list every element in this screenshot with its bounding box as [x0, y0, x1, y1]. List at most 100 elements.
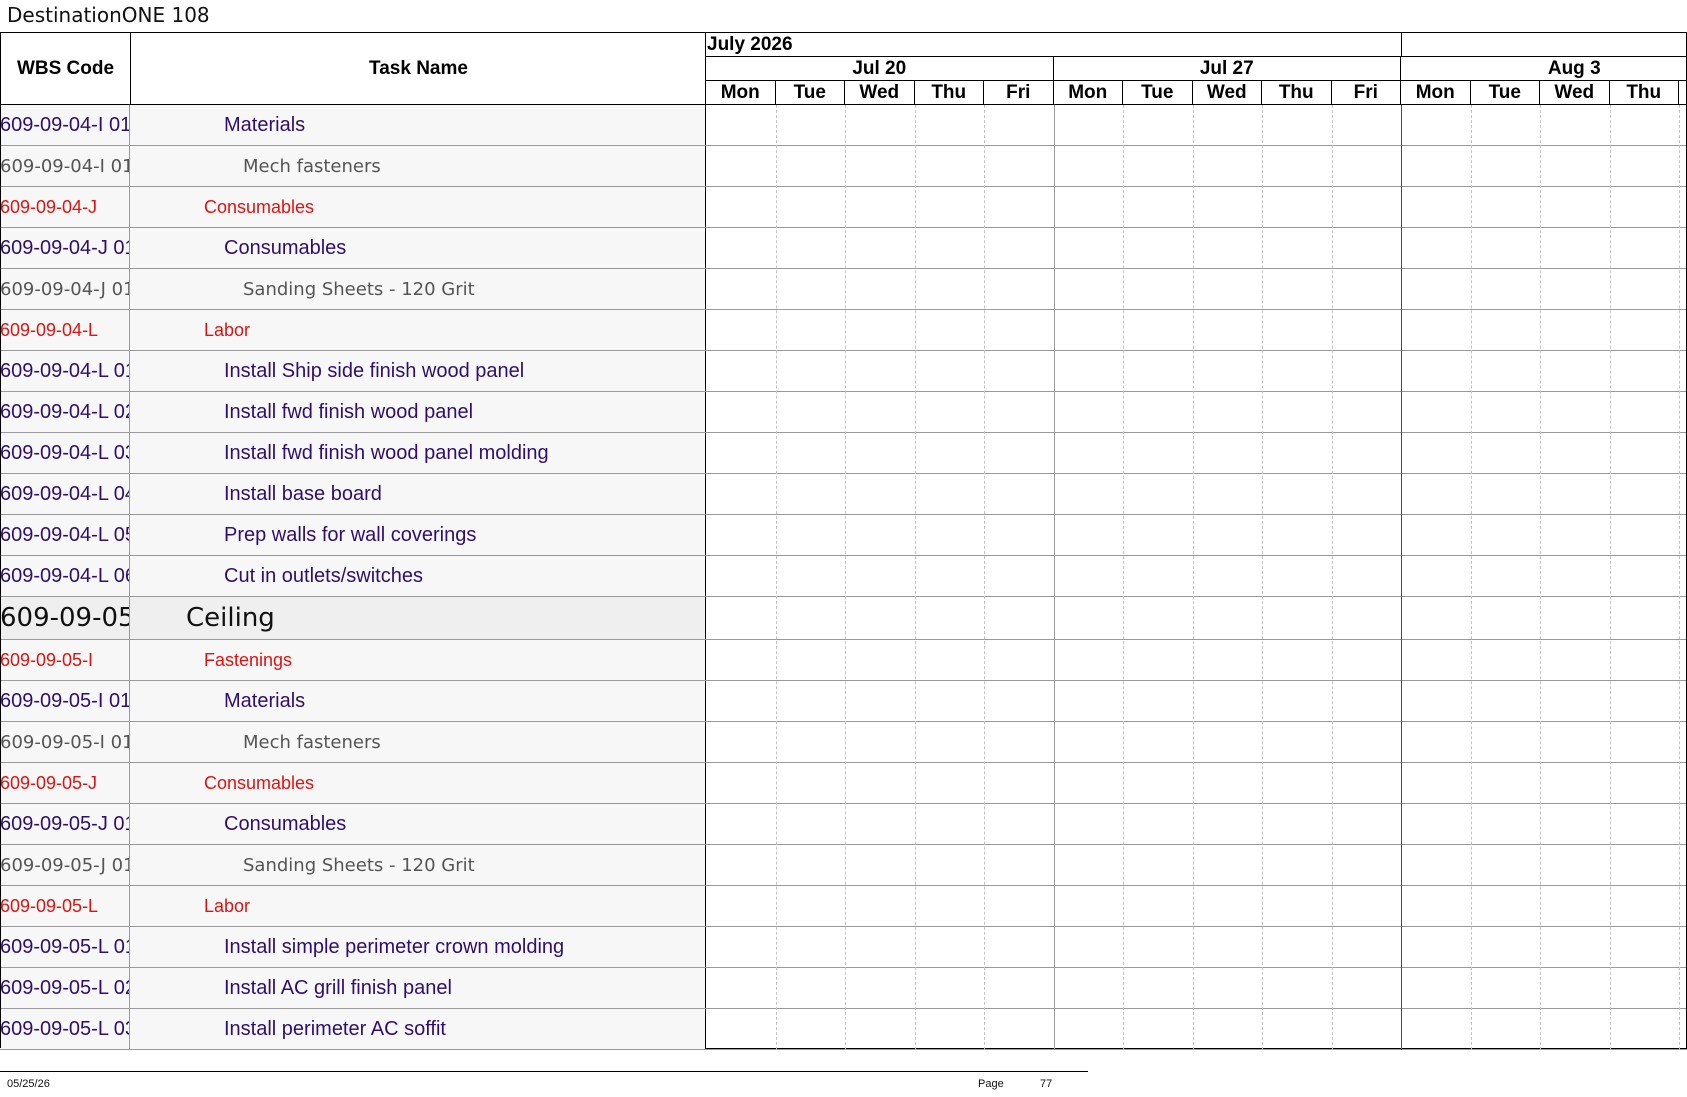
wbs-code-cell: 609-09-05-L	[0, 886, 130, 926]
table-row[interactable]: 609-09-04-J 01-01Sanding Sheets - 120 Gr…	[0, 269, 1687, 310]
document-title: DestinationONE 108	[7, 3, 210, 27]
table-row[interactable]: 609-09-04-L 01 Install Ship side finish w…	[0, 351, 1687, 392]
month-boundary-line	[1401, 105, 1402, 1050]
day-label: Wed	[1193, 81, 1262, 105]
task-name-cell: Sanding Sheets - 120 Grit	[130, 845, 706, 885]
footer-divider	[0, 1071, 1088, 1072]
table-row[interactable]: 609-09-05-I Fastenings	[0, 640, 1687, 681]
wbs-code-cell: 609-09-04-J 01-01	[0, 269, 130, 309]
table-row[interactable]: 609-09-05-J 01-01Sanding Sheets - 120 Gr…	[0, 845, 1687, 886]
table-row[interactable]: 609-09-05-I 01-01Mech fasteners	[0, 722, 1687, 763]
task-name-cell: Install perimeter AC soffit	[130, 1009, 706, 1049]
table-row[interactable]: 609-09-05-L Labor	[0, 886, 1687, 927]
task-name-cell: Labor	[130, 310, 706, 350]
wbs-code-cell: 609-09-05-I 01	[0, 681, 130, 721]
task-name-cell: Install AC grill finish panel	[130, 968, 706, 1008]
day-label: Tue	[776, 81, 845, 105]
table-row[interactable]: 609-09-05-L 03 Install perimeter AC soffi…	[0, 1009, 1687, 1050]
day-label: Wed	[1540, 81, 1610, 105]
table-row[interactable]: 609-09-04-J Consumables	[0, 187, 1687, 228]
table-row[interactable]: 609-09-05-L 01 Install simple perimeter c…	[0, 927, 1687, 968]
table-row[interactable]: 609-09-04-L 04 Install base board	[0, 474, 1687, 515]
day-label: Mon	[1401, 81, 1471, 105]
day-label: Thu	[1610, 81, 1679, 105]
task-name-cell: Materials	[130, 105, 706, 145]
day-label: Mon	[1054, 81, 1123, 105]
timescale-header: July 2026 Jul 20 Jul 27 Aug 3 Mon Tue Wed Thu Fr…	[706, 33, 1687, 105]
wbs-code-cell: 609-09-05-L 01	[0, 927, 130, 967]
wbs-code-cell: 609-09-05	[0, 597, 130, 639]
task-name-cell: Install fwd finish wood panel	[130, 392, 706, 432]
week-label: Jul 20	[706, 57, 1054, 81]
wbs-code-cell: 609-09-04-I 01	[0, 105, 130, 145]
day-label: Fri	[1332, 81, 1401, 105]
table-row[interactable]: 609-09-05-J Consumables	[0, 763, 1687, 804]
day-gridline	[1192, 105, 1194, 1050]
day-gridline	[845, 105, 846, 1050]
table-row[interactable]: 609-09-04-I 01 Materials	[0, 105, 1687, 146]
day-gridline	[1123, 105, 1124, 1050]
task-name-cell: Prep walls for wall coverings	[130, 515, 706, 555]
table-row[interactable]: 609-09-05-I 01 Materials	[0, 681, 1687, 722]
day-label: Wed	[845, 81, 915, 105]
task-name-cell: Sanding Sheets - 120 Grit	[130, 269, 706, 309]
task-name-cell: Consumables	[130, 804, 706, 844]
task-name-cell: Ceiling	[130, 597, 706, 639]
task-name-cell: Cut in outlets/switches	[130, 556, 706, 596]
task-name-cell: Mech fasteners	[130, 722, 706, 762]
day-label: Thu	[915, 81, 984, 105]
left-border	[0, 33, 1, 1048]
day-gridline	[1609, 105, 1611, 1050]
day-gridline	[1470, 105, 1472, 1050]
task-name-header[interactable]: Task Name	[131, 33, 706, 105]
task-name-cell: Consumables	[130, 187, 706, 227]
task-name-cell: Consumables	[130, 763, 706, 803]
day-gridline	[1679, 105, 1680, 1050]
task-name-cell: Install fwd finish wood panel molding	[130, 433, 706, 473]
wbs-code-cell: 609-09-04-L 04	[0, 474, 130, 514]
day-label: Fri	[984, 81, 1054, 105]
table-row[interactable]: 609-09-04-I 01-01Mech fasteners	[0, 146, 1687, 187]
wbs-code-header[interactable]: WBS Code	[1, 33, 131, 105]
table-row[interactable]: 609-09-05-J 01 Consumables	[0, 804, 1687, 845]
wbs-code-cell: 609-09-04-L 05	[0, 515, 130, 555]
week-gridline	[1053, 105, 1055, 1050]
table-row[interactable]: 609-09-04-L 03 Install fwd finish wood pa…	[0, 433, 1687, 474]
table-row[interactable]: 609-09-05-L 02 Install AC grill finish pa…	[0, 968, 1687, 1009]
task-name-cell: Fastenings	[130, 640, 706, 680]
wbs-code-cell: 609-09-04-L 06	[0, 556, 130, 596]
day-label: Tue	[1471, 81, 1540, 105]
task-name-cell: Install base board	[130, 474, 706, 514]
wbs-code-cell: 609-09-05-J 01-01	[0, 845, 130, 885]
task-name-cell: Mech fasteners	[130, 146, 706, 186]
table-row[interactable]: 609-09-04-J 01 Consumables	[0, 228, 1687, 269]
day-label: Tue	[1123, 81, 1193, 105]
task-name-cell: Consumables	[130, 228, 706, 268]
table-row[interactable]: 609-09-04-L 02 Install fwd finish wood pa…	[0, 392, 1687, 433]
day-gridline	[914, 105, 916, 1050]
wbs-code-cell: 609-09-04-L 02	[0, 392, 130, 432]
wbs-code-cell: 609-09-05-L 02	[0, 968, 130, 1008]
wbs-code-cell: 609-09-05-I 01-01	[0, 722, 130, 762]
table-row[interactable]: 609-09-04-L Labor	[0, 310, 1687, 351]
wbs-code-cell: 609-09-05-J 01	[0, 804, 130, 844]
column-headers: WBS Code Task Name	[0, 33, 706, 105]
day-label: Mon	[706, 81, 776, 105]
month-label: July 2026	[706, 33, 1401, 57]
week-label: Jul 27	[1053, 57, 1401, 81]
task-name-cell: Install simple perimeter crown molding	[130, 927, 706, 967]
table-row[interactable]: 609-09-04-L 06 Cut in outlets/switches	[0, 556, 1687, 597]
wbs-code-cell: 609-09-05-J	[0, 763, 130, 803]
month-label	[1401, 33, 1687, 57]
wbs-code-cell: 609-09-04-L	[0, 310, 130, 350]
wbs-code-cell: 609-09-04-I 01-01	[0, 146, 130, 186]
task-name-cell: Materials	[130, 681, 706, 721]
wbs-code-cell: 609-09-05-I	[0, 640, 130, 680]
wbs-code-cell: 609-09-04-L 03	[0, 433, 130, 473]
day-gridline	[775, 105, 777, 1050]
wbs-code-cell: 609-09-05-L 03	[0, 1009, 130, 1049]
wbs-code-cell: 609-09-04-J 01	[0, 228, 130, 268]
table-row[interactable]: 609-09-05 Ceiling	[0, 597, 1687, 640]
table-row[interactable]: 609-09-04-L 05 Prep walls for wall coveri…	[0, 515, 1687, 556]
day-gridline	[1262, 105, 1263, 1050]
